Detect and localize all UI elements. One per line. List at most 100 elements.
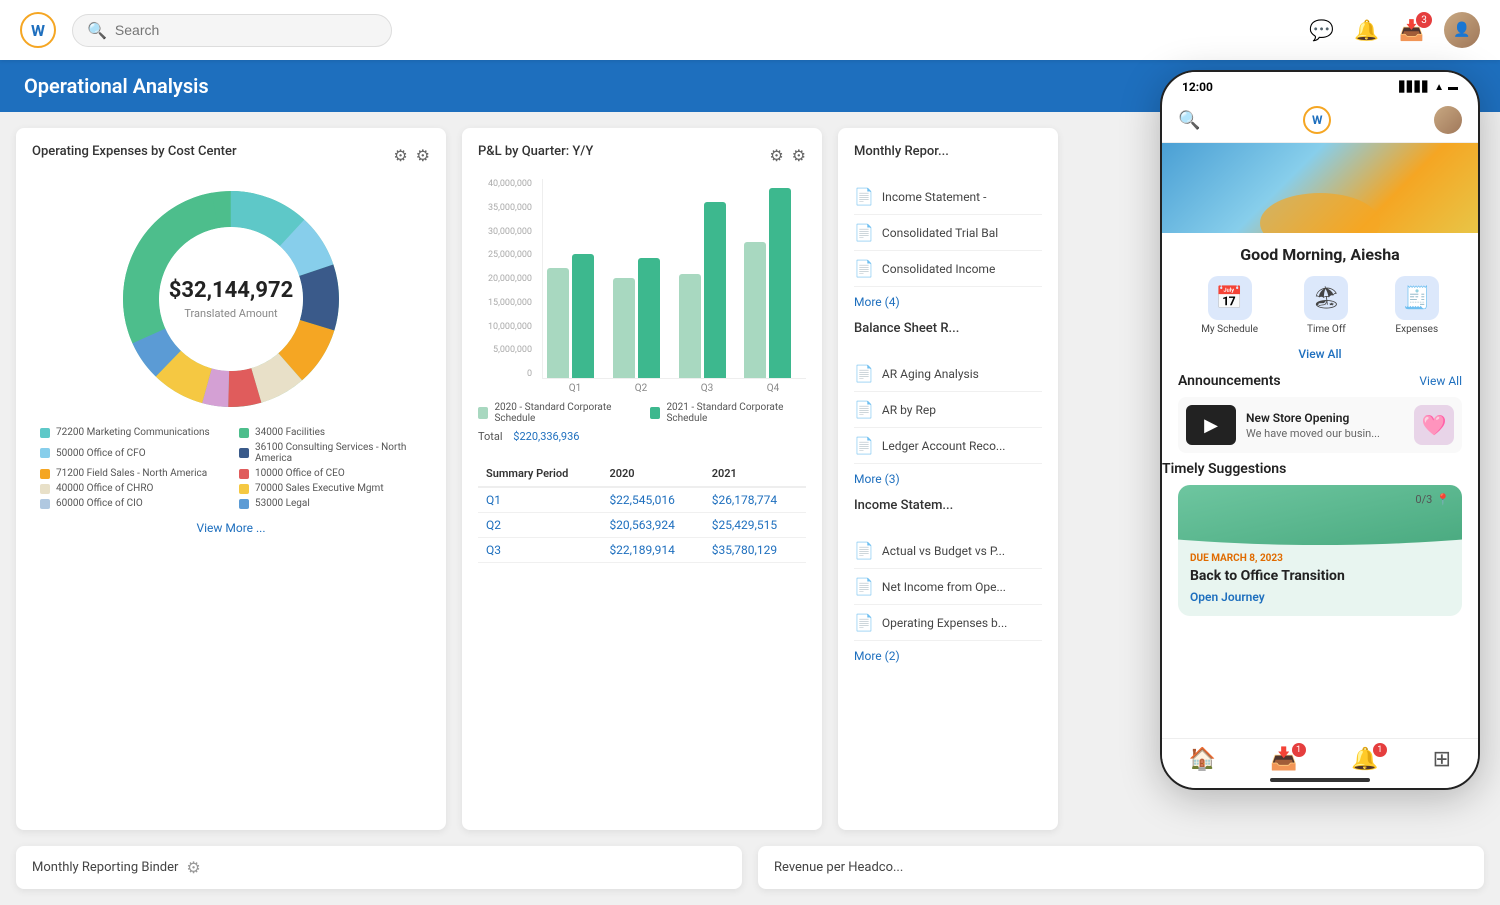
donut-center-value: $32,144,972 Translated Amount bbox=[169, 278, 293, 320]
hero-arc bbox=[1260, 193, 1380, 233]
phone-search-icon[interactable]: 🔍 bbox=[1178, 110, 1200, 131]
inbox-icon[interactable]: 📥 3 bbox=[1399, 18, 1424, 42]
report-doc-icon: 📄 bbox=[854, 259, 874, 278]
summary-table: Summary Period 2020 2021 Q1 $22,545,016 … bbox=[478, 461, 806, 563]
announcement-card: ▶ New Store Opening We have moved our bu… bbox=[1178, 397, 1462, 453]
expenses-icon: 🧾 bbox=[1395, 276, 1439, 320]
phone-inbox-nav[interactable]: 📥 1 bbox=[1270, 747, 1297, 772]
timely-due-date: DUE MARCH 8, 2023 bbox=[1190, 553, 1450, 564]
phone-dashboard-nav[interactable]: ⊞ bbox=[1433, 747, 1451, 772]
donut-wrapper: $32,144,972 Translated Amount bbox=[32, 179, 430, 419]
report-item[interactable]: 📄 AR by Rep bbox=[854, 392, 1042, 428]
view-more-button[interactable]: View More ... bbox=[32, 521, 430, 535]
phone-notification-nav[interactable]: 🔔 1 bbox=[1351, 747, 1378, 772]
report-item[interactable]: 📄 Operating Expenses b... bbox=[854, 605, 1042, 641]
monthly-binder-card: Monthly Reporting Binder ⚙ bbox=[16, 846, 742, 889]
bar-2020-q1 bbox=[547, 268, 569, 378]
time-off-action[interactable]: 🏖 Time Off bbox=[1304, 276, 1348, 335]
timely-card: 0/3 📍 DUE MARCH 8, 2023 Back to Office T… bbox=[1178, 485, 1462, 616]
announcement-heart-icon[interactable]: 🩷 bbox=[1414, 405, 1454, 445]
bar-filter-icon[interactable]: ⚙ bbox=[769, 146, 783, 165]
income-statement-section: Income Statem... 📄 Actual vs Budget vs P… bbox=[854, 498, 1042, 663]
expenses-action[interactable]: 🧾 Expenses bbox=[1395, 276, 1439, 335]
inbox-badge: 3 bbox=[1416, 12, 1432, 28]
legend-item: 36100 Consulting Services - North Americ… bbox=[239, 442, 422, 464]
phone-avatar[interactable] bbox=[1434, 106, 1462, 134]
report-item[interactable]: 📄 Actual vs Budget vs P... bbox=[854, 533, 1042, 569]
report-doc-icon: 📄 bbox=[854, 364, 874, 383]
monthly-binder-title: Monthly Reporting Binder bbox=[32, 860, 178, 875]
bar-2021-q1 bbox=[572, 254, 594, 378]
phone-hero-banner bbox=[1162, 143, 1478, 233]
revenue-headcount-card: Revenue per Headco... bbox=[758, 846, 1484, 889]
filter-icon[interactable]: ⚙ bbox=[393, 146, 407, 165]
table-row: Q3 $22,189,914 $35,780,129 bbox=[478, 538, 806, 563]
legend-item: 71200 Field Sales - North America bbox=[40, 468, 223, 479]
report-item[interactable]: 📄 Consolidated Income bbox=[854, 251, 1042, 287]
bar-legend: 2020 - Standard Corporate Schedule 2021 … bbox=[478, 402, 806, 424]
bottom-cards: Monthly Reporting Binder ⚙ Revenue per H… bbox=[0, 846, 1500, 905]
bar-2021-q2 bbox=[638, 258, 660, 378]
report-doc-icon: 📄 bbox=[854, 400, 874, 419]
search-input[interactable] bbox=[115, 22, 377, 38]
search-bar[interactable]: 🔍 bbox=[72, 14, 392, 47]
total-row: Total $220,336,936 bbox=[478, 424, 806, 449]
more-link-section2[interactable]: More (3) bbox=[854, 472, 1042, 486]
open-journey-button[interactable]: Open Journey bbox=[1190, 590, 1450, 604]
bar-settings-icon[interactable]: ⚙ bbox=[792, 146, 806, 165]
timely-suggestions-header: Timely Suggestions bbox=[1162, 457, 1478, 481]
reports-card: Monthly Repor... 📄 Income Statement - 📄 … bbox=[838, 128, 1058, 830]
phone-logo[interactable]: W bbox=[1303, 106, 1331, 134]
report-item[interactable]: 📄 Consolidated Trial Bal bbox=[854, 215, 1042, 251]
timely-badge: 0/3 📍 bbox=[1415, 493, 1450, 506]
timely-title: Timely Suggestions bbox=[1162, 461, 1286, 477]
mobile-phone: 12:00 ▋▋▋▋ ▲ ▬ 🔍 W Good Morning, Aiesha … bbox=[1160, 70, 1480, 790]
donut-card-header: Operating Expenses by Cost Center ⚙ ⚙ bbox=[32, 144, 430, 167]
more-link-section1[interactable]: More (4) bbox=[854, 295, 1042, 309]
donut-legend: 72200 Marketing Communications 34000 Fac… bbox=[32, 427, 430, 509]
bar-card-title: P&L by Quarter: Y/Y bbox=[478, 144, 593, 159]
legend-item: 50000 Office of CFO bbox=[40, 442, 223, 464]
report-doc-icon: 📄 bbox=[854, 613, 874, 632]
monthly-binder-settings[interactable]: ⚙ bbox=[186, 858, 200, 877]
legend-2020: 2020 - Standard Corporate Schedule bbox=[478, 402, 634, 424]
phone-time: 12:00 bbox=[1182, 80, 1213, 94]
bar-chart-card: P&L by Quarter: Y/Y ⚙ ⚙ 40,000,000 35,00… bbox=[462, 128, 822, 830]
legend-item: 34000 Facilities bbox=[239, 427, 422, 438]
legend-item: 72200 Marketing Communications bbox=[40, 427, 223, 438]
search-icon: 🔍 bbox=[87, 21, 107, 40]
report-item[interactable]: 📄 AR Aging Analysis bbox=[854, 356, 1042, 392]
report-item[interactable]: 📄 Income Statement - bbox=[854, 179, 1042, 215]
timely-content: DUE MARCH 8, 2023 Back to Office Transit… bbox=[1178, 545, 1462, 616]
quick-actions: 📅 My Schedule 🏖 Time Off 🧾 Expenses bbox=[1162, 272, 1478, 343]
my-schedule-action[interactable]: 📅 My Schedule bbox=[1201, 276, 1258, 335]
announcements-view-all[interactable]: View All bbox=[1419, 374, 1462, 388]
donut-chart-card: Operating Expenses by Cost Center ⚙ ⚙ bbox=[16, 128, 446, 830]
income-statement-title: Income Statem... bbox=[854, 498, 953, 513]
announcements-header: Announcements View All bbox=[1162, 365, 1478, 393]
notification-icon[interactable]: 🔔 bbox=[1354, 18, 1379, 42]
report-item[interactable]: 📄 Net Income from Ope... bbox=[854, 569, 1042, 605]
workday-logo[interactable]: W bbox=[20, 12, 56, 48]
bar-x-labels: Q1 Q2 Q3 Q4 bbox=[542, 383, 806, 394]
view-all-link[interactable]: View All bbox=[1162, 343, 1478, 365]
report-item[interactable]: 📄 Ledger Account Reco... bbox=[854, 428, 1042, 464]
bar-2020-q3 bbox=[679, 274, 701, 378]
reports-card-header: Monthly Repor... bbox=[854, 144, 1042, 167]
balance-sheet-title: Balance Sheet R... bbox=[854, 321, 959, 336]
user-avatar[interactable]: 👤 bbox=[1444, 12, 1480, 48]
chat-icon[interactable]: 💬 bbox=[1309, 18, 1334, 42]
nav-icons: 💬 🔔 📥 3 👤 bbox=[1309, 12, 1480, 48]
legend-item: 60000 Office of CIO bbox=[40, 498, 223, 509]
phone-home-nav[interactable]: 🏠 bbox=[1189, 747, 1216, 772]
time-off-icon: 🏖 bbox=[1304, 276, 1348, 320]
legend-item: 70000 Sales Executive Mgmt bbox=[239, 483, 422, 494]
phone-navigation: 🔍 W bbox=[1162, 98, 1478, 143]
wifi-icon: ▲ bbox=[1434, 82, 1444, 93]
signal-icon: ▋▋▋▋ bbox=[1399, 82, 1430, 93]
bar-2020-q4 bbox=[744, 242, 766, 378]
settings-icon[interactable]: ⚙ bbox=[416, 146, 430, 165]
announcement-video-thumb[interactable]: ▶ bbox=[1186, 405, 1236, 445]
more-link-section3[interactable]: More (2) bbox=[854, 649, 1042, 663]
table-row: Q2 $20,563,924 $25,429,515 bbox=[478, 513, 806, 538]
